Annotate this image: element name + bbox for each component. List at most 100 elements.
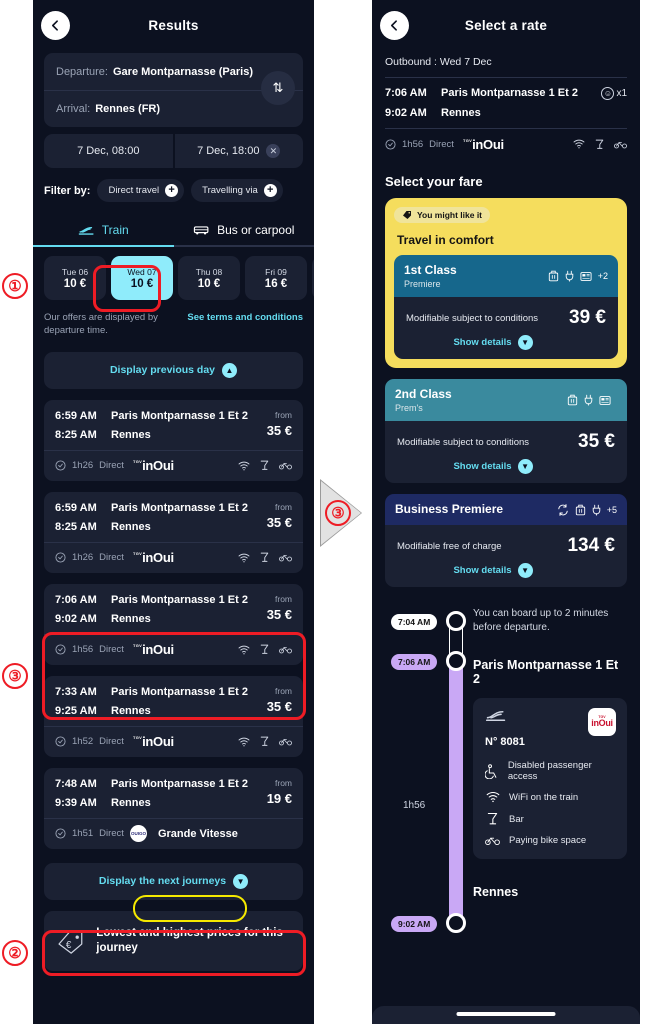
journey-timeline: 7:04 AM 7:06 AM 1h56 9:02 AM You can boa… bbox=[372, 603, 640, 933]
train-icon bbox=[78, 226, 94, 235]
back-button[interactable] bbox=[380, 11, 409, 40]
filter-chip-label: Travelling via bbox=[202, 185, 258, 196]
tab-label: Bus or carpool bbox=[217, 223, 295, 237]
inoui-logo: TGV inOui bbox=[132, 642, 174, 658]
select-rate-header: Select a rate bbox=[372, 0, 640, 50]
page-title: Select a rate bbox=[464, 17, 548, 33]
chevron-left-icon bbox=[390, 20, 397, 31]
search-summary[interactable]: Departure: Gare Montparnasse (Paris) Arr… bbox=[44, 53, 303, 127]
fare-card-2nd-class[interactable]: 2nd Class Prem's Modifiable subject to c… bbox=[385, 379, 627, 483]
fare-conditions: Modifiable subject to conditions bbox=[397, 436, 530, 448]
day-cell-fri-09[interactable]: Fri 09 16 € bbox=[245, 256, 307, 300]
journey-type: Direct bbox=[99, 828, 124, 840]
date-from-field[interactable]: 7 Dec, 08:00 bbox=[44, 134, 173, 168]
arrival-label: Arrival: bbox=[56, 103, 91, 115]
fare-card-business-premiere[interactable]: Business Premiere +5 Modifiable free of … bbox=[385, 494, 627, 587]
journey-card[interactable]: 6:59 AM Paris Montparnasse 1 Et 2 8:25 AM… bbox=[44, 399, 303, 481]
price-from-label: from bbox=[275, 501, 292, 512]
date-to-field[interactable]: 7 Dec, 18:00 ✕ bbox=[174, 134, 303, 168]
inoui-logo: TGV inOui bbox=[588, 708, 616, 736]
tab-bus-or-carpool[interactable]: Bus or carpool bbox=[174, 215, 315, 245]
terms-link[interactable]: See terms and conditions bbox=[187, 312, 303, 323]
departure-station: Paris Montparnasse 1 Et 2 bbox=[111, 777, 248, 790]
day-price: 10 € bbox=[197, 277, 221, 290]
arrival-station: Rennes bbox=[111, 704, 151, 717]
journey-price: 35 € bbox=[266, 698, 292, 714]
person-icon: ☺ bbox=[601, 87, 615, 100]
clock-icon bbox=[55, 460, 66, 471]
day-cell-tue-06[interactable]: Tue 06 10 € bbox=[44, 256, 106, 300]
fare-extra-icons-count: +5 bbox=[606, 504, 617, 515]
journey-card-selected[interactable]: 7:06 AM Paris Montparnasse 1 Et 2 9:02 AM… bbox=[44, 583, 303, 665]
price-from-label: from bbox=[275, 777, 292, 788]
tab-train[interactable]: Train bbox=[33, 215, 174, 245]
price-range-card[interactable]: € Lowest and highest prices for this jou… bbox=[44, 910, 303, 971]
day-cell-thu-08[interactable]: Thu 08 10 € bbox=[178, 256, 240, 300]
annotation-marker-1: ① bbox=[2, 273, 28, 299]
annotation-marker-3-arrow: ③ bbox=[325, 500, 351, 526]
chevron-down-icon: ▼ bbox=[517, 459, 533, 474]
clock-icon bbox=[385, 138, 396, 150]
date-to-value: 7 Dec, 18:00 bbox=[197, 145, 260, 157]
ouigo-logo: OUIGO bbox=[129, 825, 147, 843]
luggage-icon bbox=[548, 270, 558, 282]
journey-type: Direct bbox=[99, 552, 124, 564]
divider bbox=[385, 77, 627, 78]
journey-duration: 1h26 bbox=[72, 552, 94, 564]
clock-icon bbox=[55, 644, 66, 655]
chevron-down-icon: ▼ bbox=[517, 335, 533, 350]
journey-card[interactable]: 7:48 AM Paris Montparnasse 1 Et 2 9:39 AM… bbox=[44, 767, 303, 849]
offers-note: Our offers are displayed by departure ti… bbox=[44, 312, 158, 336]
screenshot-root: Results Departure: Gare Montparnasse (Pa… bbox=[0, 0, 645, 1024]
amenity-item: Bar bbox=[485, 812, 615, 826]
swap-vertical-icon: ⇅ bbox=[272, 80, 284, 95]
timeline-content: You can board up to 2 minutes before dep… bbox=[473, 603, 640, 899]
day-price-strip[interactable]: Tue 06 10 € Wed 07 10 € Thu 08 10 € Fri … bbox=[44, 256, 314, 300]
page-title: Results bbox=[148, 17, 199, 33]
filter-chip-travelling-via[interactable]: Travelling via + bbox=[191, 179, 283, 202]
arrival-station: Rennes bbox=[111, 428, 151, 441]
fare-extra-icons-count: +2 bbox=[597, 271, 608, 281]
departure-station: Paris Montparnasse 1 Et 2 bbox=[111, 685, 248, 698]
fare-subtitle: Prem's bbox=[395, 403, 423, 413]
wheelchair-icon bbox=[485, 763, 499, 779]
show-details-button[interactable]: Show details ▼ bbox=[397, 563, 615, 578]
wifi-icon bbox=[238, 737, 250, 747]
price-from-label: from bbox=[275, 593, 292, 604]
amenities bbox=[238, 460, 292, 471]
journey-price: 35 € bbox=[266, 606, 292, 622]
close-icon[interactable]: ✕ bbox=[266, 144, 281, 158]
arrival-station: Rennes bbox=[111, 796, 151, 809]
swap-stations-button[interactable]: ⇅ bbox=[261, 71, 295, 105]
show-details-button[interactable]: Show details ▼ bbox=[397, 459, 615, 474]
timeline-rail: 7:04 AM 7:06 AM 1h56 9:02 AM bbox=[385, 603, 473, 933]
price-from-label: from bbox=[275, 409, 292, 420]
day-price: 16 € bbox=[264, 277, 288, 290]
boarding-time-pill: 7:04 AM bbox=[391, 614, 438, 630]
wifi-icon bbox=[238, 553, 250, 563]
inoui-logo: TGV inOui bbox=[462, 136, 504, 152]
timeline-dot-boarding bbox=[446, 611, 466, 631]
journey-card[interactable]: 6:59 AM Paris Montparnasse 1 Et 2 8:25 AM… bbox=[44, 491, 303, 573]
show-details-button[interactable]: Show details ▼ bbox=[406, 335, 606, 350]
price-tag-icon: € bbox=[58, 930, 83, 954]
arrival-time: 9:02 AM bbox=[385, 107, 427, 119]
journey-card[interactable]: 7:33 AM Paris Montparnasse 1 Et 2 9:25 AM… bbox=[44, 675, 303, 757]
bar-icon bbox=[260, 736, 269, 746]
day-name: Fri 09 bbox=[265, 266, 287, 277]
amenity-item: WiFi on the train bbox=[485, 791, 615, 803]
bike-icon bbox=[485, 835, 500, 846]
filter-chip-label: Direct travel bbox=[108, 185, 160, 196]
display-previous-day-button[interactable]: Display previous day ▲ bbox=[44, 351, 303, 389]
day-cell-wed-07[interactable]: Wed 07 10 € bbox=[111, 256, 173, 300]
back-button[interactable] bbox=[41, 11, 70, 40]
filter-chip-direct-travel[interactable]: Direct travel + bbox=[97, 179, 185, 202]
departure-label: Departure: bbox=[56, 65, 108, 78]
price-from-label: from bbox=[275, 685, 292, 696]
departure-time: 6:59 AM bbox=[55, 409, 97, 422]
display-next-journeys-button[interactable]: Display the next journeys ▼ bbox=[44, 862, 303, 900]
day-cell-sat-10[interactable]: Sat 10 18 € bbox=[312, 256, 314, 300]
amenity-item: Disabled passenger access bbox=[485, 760, 615, 782]
fare-card-1st-class[interactable]: 1st Class Premiere +2 Modifiable subject… bbox=[394, 255, 618, 359]
journey-type: Direct bbox=[429, 138, 454, 150]
